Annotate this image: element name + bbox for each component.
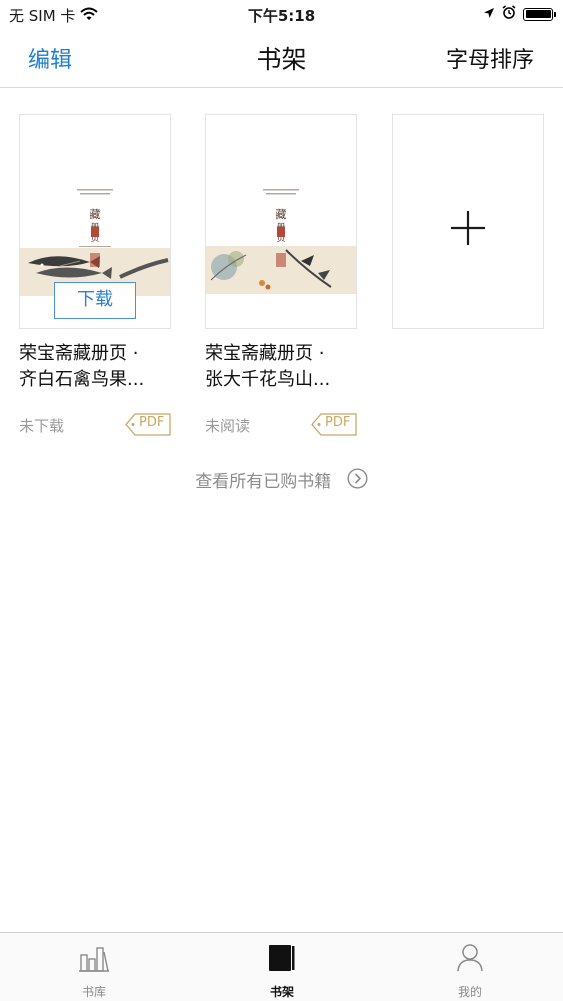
status-time: 下午5:18	[247, 7, 316, 25]
book-meta: 未下载 PDF	[19, 413, 171, 437]
book-status: 未下载	[19, 417, 65, 435]
status-bar: 无 SIM 卡 下午5:18	[0, 0, 563, 28]
location-arrow-icon	[483, 5, 495, 23]
pdf-badge-label: PDF	[325, 415, 351, 430]
bookshelf-icon	[188, 943, 376, 975]
svg-text:藏: 藏	[90, 208, 101, 221]
tab-label: 我的	[457, 985, 482, 999]
book-cover[interactable]: 藏 册 页	[205, 114, 357, 329]
tab-label: 书架	[269, 985, 294, 999]
book-title-line: 荣宝斋藏册页 ·	[205, 343, 325, 364]
book-meta: 未阅读 PDF	[205, 413, 357, 437]
alarm-icon	[502, 5, 516, 23]
plus-icon	[451, 211, 485, 245]
book-cover[interactable]: 藏 册 页 下载	[19, 114, 171, 329]
chevron-right-circle-icon	[347, 467, 368, 494]
view-all-label: 查看所有已购书籍	[195, 472, 332, 492]
book-status: 未阅读	[205, 417, 251, 435]
book-card[interactable]: 藏 册 页 荣宝斋藏册页 · 张大千花鸟山... 未阅读	[205, 114, 357, 437]
download-button[interactable]: 下载	[54, 282, 136, 319]
battery-icon	[523, 7, 556, 21]
profile-icon	[376, 943, 563, 975]
book-title-line: 齐白石禽鸟果...	[19, 369, 145, 390]
book-title[interactable]: 荣宝斋藏册页 · 齐白石禽鸟果...	[19, 341, 171, 393]
tab-bar: 书库 书架 我的	[0, 932, 563, 1001]
book-card[interactable]: 藏 册 页 下载 荣宝斋藏册页 · 齐白石禽鸟果... 未下载	[19, 114, 171, 437]
cover-art: 藏 册 页	[206, 115, 356, 328]
sort-alphabetical-button[interactable]: 字母排序	[446, 42, 534, 74]
tab-library[interactable]: 书库	[0, 933, 188, 1001]
status-right	[483, 5, 556, 23]
book-title[interactable]: 荣宝斋藏册页 · 张大千花鸟山...	[205, 341, 357, 393]
add-book-button[interactable]	[392, 114, 544, 329]
pdf-badge-label: PDF	[139, 415, 165, 430]
svg-text:藏: 藏	[276, 208, 287, 221]
pdf-badge: PDF	[311, 413, 357, 436]
book-title-line: 张大千花鸟山...	[205, 369, 331, 390]
tab-profile[interactable]: 我的	[376, 933, 563, 1001]
book-title-line: 荣宝斋藏册页 ·	[19, 343, 139, 364]
tab-label: 书库	[81, 985, 106, 999]
navigation-bar: 编辑 书架 字母排序	[0, 28, 563, 88]
view-all-purchased-link[interactable]: 查看所有已购书籍	[0, 467, 563, 494]
pdf-badge: PDF	[125, 413, 171, 436]
library-icon	[0, 943, 188, 975]
tab-bookshelf[interactable]: 书架	[188, 933, 376, 1001]
